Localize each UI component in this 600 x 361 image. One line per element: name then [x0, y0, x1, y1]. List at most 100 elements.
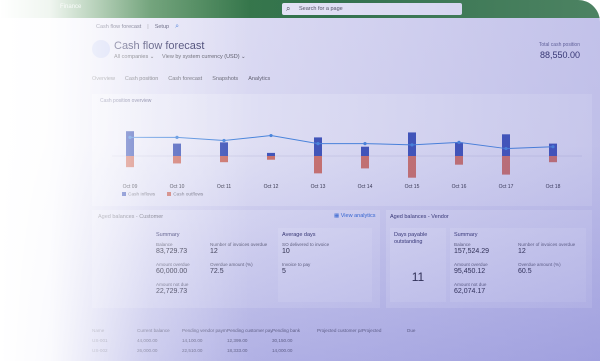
companies-dropdown[interactable]: All companies ⌄ [114, 54, 154, 60]
inflow-bar[interactable] [455, 142, 463, 156]
vendor-invoices-overdue: Number of invoices overdue 12 [518, 242, 575, 255]
tab-snapshots[interactable]: Snapshots [212, 76, 238, 85]
customer-balance: Balance 83,729.73 [156, 242, 187, 255]
net-point[interactable] [504, 146, 508, 151]
outflow-bar[interactable] [220, 156, 228, 163]
net-point[interactable] [410, 143, 414, 147]
customer-amount-not-due: Amount not due 22,729.73 [156, 282, 188, 295]
top-bar: Finance ⌕ Search for a page [0, 0, 600, 18]
outflow-bar[interactable] [314, 156, 322, 174]
inflow-bar[interactable] [361, 146, 369, 156]
outflow-bar[interactable] [126, 156, 134, 168]
dpo-value: 11 [411, 270, 425, 284]
net-point[interactable] [363, 142, 367, 146]
inflow-bar[interactable] [267, 152, 275, 156]
inflow-bar[interactable] [173, 143, 181, 156]
app-window: Finance ⌕ Search for a page Cash flow fo… [0, 0, 600, 361]
table-header[interactable]: Due [407, 328, 452, 333]
table-header[interactable]: Pending customer payments [227, 328, 272, 333]
net-point[interactable] [269, 133, 273, 138]
table-header[interactable]: Current balance [137, 328, 182, 333]
currency-dropdown[interactable]: View by system currency (USD) ⌄ [162, 54, 246, 60]
kv-label: Amount overdue [454, 262, 488, 267]
kv-label: Amount not due [454, 282, 487, 287]
net-point[interactable] [551, 145, 555, 149]
table-cell: 12,399.00 [227, 338, 248, 343]
kv-label: Amount overdue [156, 262, 190, 267]
kv-value: 83,729.73 [156, 248, 188, 255]
view-analytics-link[interactable]: ▦ View analytics [334, 213, 375, 219]
dpo-label: Days payable outstanding [394, 232, 428, 245]
kv-value: 12 [518, 248, 526, 255]
kv-value: 157,524.29 [454, 248, 490, 255]
net-point[interactable] [457, 140, 461, 144]
search-icon[interactable]: ⌕ [175, 23, 179, 31]
chart-svg: Oct 09 Oct 10 Oct 11 Oct 12 Oct 13 Oct 14 Oct … [112, 131, 582, 190]
net-line [130, 135, 554, 150]
outflow-bar[interactable] [361, 156, 369, 169]
tab-overview[interactable]: Overview [92, 76, 115, 85]
breadcrumb-item-setup[interactable]: Setup [155, 24, 169, 30]
view-analytics-label: View analytics [340, 213, 376, 219]
outflow-bar[interactable] [549, 156, 557, 163]
customer-invoices-overdue: Number of invoices overdue 12 [210, 242, 267, 255]
tab-analytics[interactable]: Analytics [248, 76, 270, 85]
search-placeholder[interactable]: Search for a page [299, 6, 343, 12]
inflow-bar[interactable] [126, 131, 134, 156]
inflow-bar[interactable] [220, 142, 228, 156]
balance-label: Total cash position [538, 42, 580, 48]
inflow-bar[interactable] [314, 137, 322, 156]
outflow-bar[interactable] [502, 156, 510, 175]
breadcrumb-item-forecast[interactable]: Cash flow forecast [96, 24, 141, 30]
vendor-amount-overdue: Amount overdue 95,450.12 [454, 262, 488, 275]
kv-value: 72.5 [210, 268, 224, 275]
x-tick-label: Oct 12 [264, 184, 279, 190]
net-point[interactable] [175, 135, 179, 139]
kv-label: Overdue amount (%) [210, 262, 253, 267]
so-to-invoice: SO delivered to invoice 10 [282, 242, 329, 255]
table-cell: 14,000.00 [272, 348, 293, 353]
table-cell: 14,100.00 [182, 338, 203, 343]
aged-balances: Aged balances - Customer ▦ View analytic… [92, 210, 592, 310]
invoice-to-pay: Invoice to pay 5 [282, 262, 310, 275]
table-row[interactable]: US-002 26,000.00 22,510.00 18,333.00 14,… [92, 348, 317, 353]
search-box[interactable]: ⌕ Search for a page [282, 3, 462, 15]
kv-label: Amount not due [156, 282, 189, 287]
inflow-bar[interactable] [502, 134, 510, 156]
table-cell: 22,510.00 [182, 348, 203, 353]
tab-cash-position[interactable]: Cash position [125, 76, 158, 85]
cash-flow-chart: Cash position overview Oct 09 Oct 10 Oct 1… [92, 94, 592, 206]
customer-summary: Summary Balance 83,729.73 Number of invoi… [152, 228, 272, 302]
kv-value: 95,450.12 [454, 268, 486, 275]
table-row[interactable]: US-001 44,000.00 14,100.00 12,399.00 30,… [92, 338, 317, 343]
tab-cash-forecast[interactable]: Cash forecast [168, 76, 202, 85]
analytics-icon: ▦ [334, 213, 340, 219]
table-header[interactable]: Pending bank [272, 328, 317, 333]
legend-outflow-label: Cash outflows [173, 192, 204, 198]
x-tick-label: Oct 18 [546, 184, 561, 190]
x-tick-label: Oct 11 [217, 184, 232, 190]
table-header[interactable]: Projected customer payment [317, 328, 362, 333]
companies-label: All companies [114, 54, 149, 60]
table-header[interactable]: Projected [362, 328, 407, 333]
table-header[interactable]: Name [92, 328, 137, 333]
table-cell: US-002 [92, 348, 108, 353]
outflow-bar[interactable] [173, 156, 181, 164]
customer-panel-title: Aged balances - Customer [98, 214, 164, 220]
table-header[interactable]: Pending vendor payments [182, 328, 227, 333]
vendor-panel: Aged balances - Vendor Days payable outs… [386, 210, 592, 308]
net-point[interactable] [316, 142, 320, 146]
x-tick-label: Oct 16 [452, 184, 467, 190]
breadcrumb: Cash flow forecast | Setup ⌕ [96, 22, 179, 32]
net-point[interactable] [222, 138, 226, 143]
table-header-row: Name Current balance Pending vendor paym… [92, 328, 452, 333]
x-tick-label: Oct 09 [123, 184, 138, 190]
vendor-panel-title: Aged balances - Vendor [390, 214, 449, 220]
outflow-bar[interactable] [455, 156, 463, 165]
outflow-bar[interactable] [408, 156, 416, 178]
kv-label: SO delivered to invoice [282, 242, 330, 247]
net-point[interactable] [128, 135, 132, 139]
search-icon: ⌕ [286, 4, 291, 13]
kv-label: Balance [156, 242, 173, 247]
outflow-bar[interactable] [267, 156, 275, 160]
